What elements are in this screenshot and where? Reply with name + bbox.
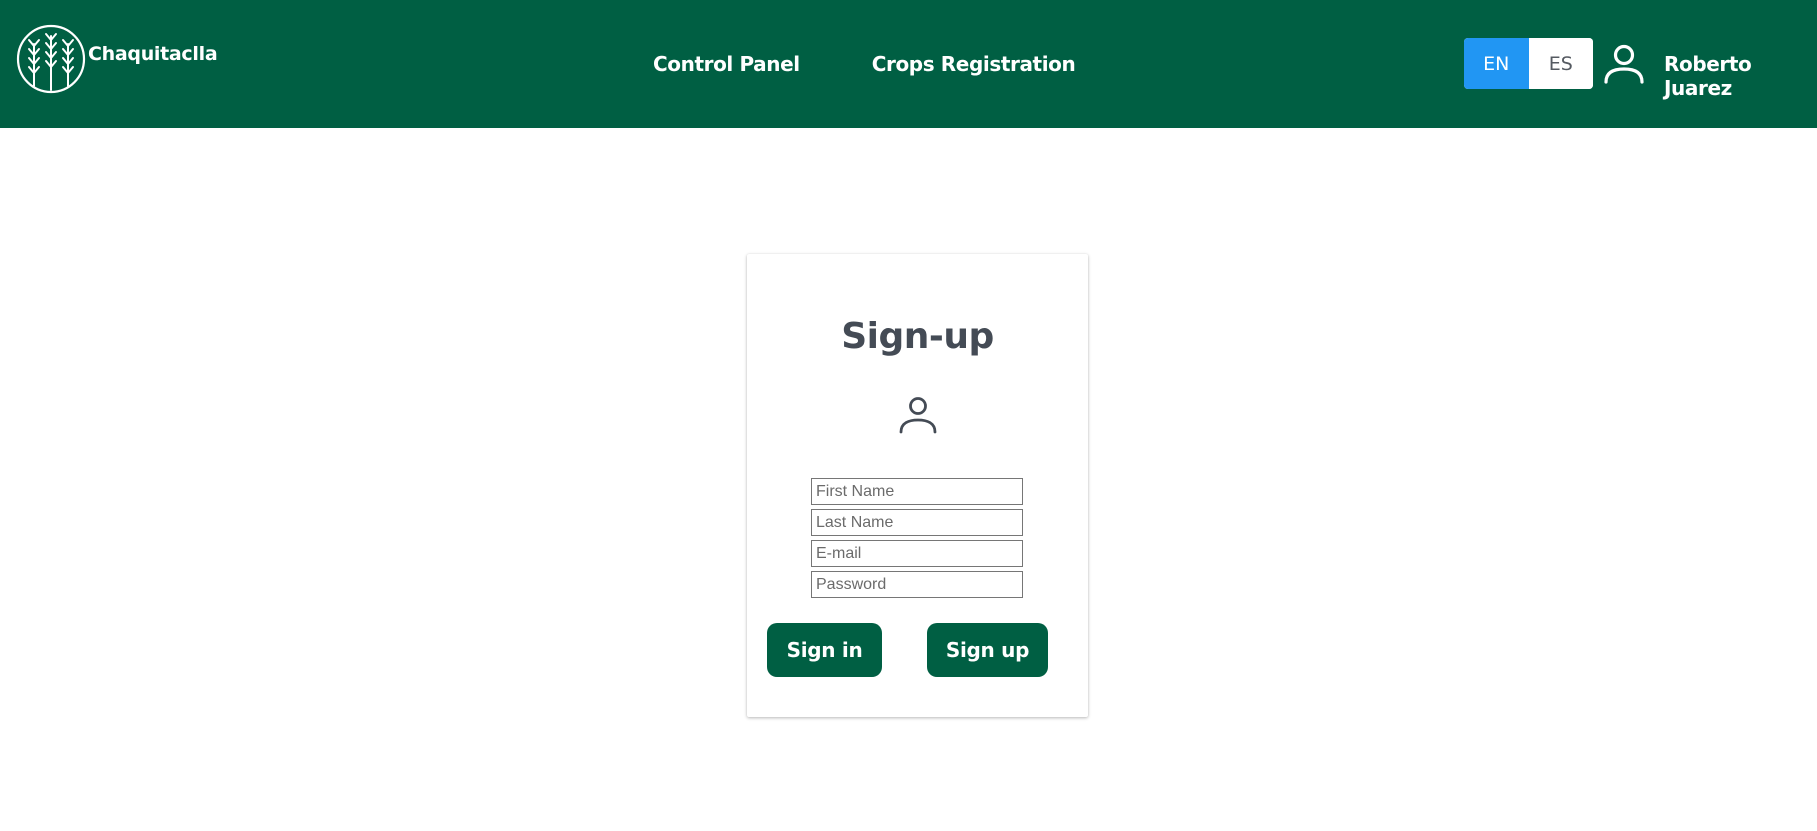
main-nav: Control Panel Crops Registration — [653, 52, 1076, 76]
nav-control-panel[interactable]: Control Panel — [653, 52, 800, 76]
language-toggle: EN ES — [1464, 38, 1593, 89]
brand-logo[interactable]: Chaquitaclla — [16, 24, 218, 94]
signup-card: Sign-up Sign in Sign up — [747, 254, 1088, 717]
sign-up-button[interactable]: Sign up — [927, 623, 1048, 677]
user-icon[interactable] — [1600, 40, 1648, 88]
user-name[interactable]: Roberto Juarez — [1664, 52, 1817, 100]
password-input[interactable] — [811, 571, 1023, 598]
wheat-logo-icon — [16, 24, 86, 94]
nav-crops-registration[interactable]: Crops Registration — [872, 52, 1076, 76]
email-input[interactable] — [811, 540, 1023, 567]
sign-in-button[interactable]: Sign in — [767, 623, 882, 677]
user-avatar-icon — [899, 397, 937, 434]
language-es-button[interactable]: ES — [1528, 38, 1593, 89]
top-navbar: Chaquitaclla Control Panel Crops Registr… — [0, 0, 1817, 128]
brand-name: Chaquitaclla — [88, 43, 218, 65]
signup-title: Sign-up — [841, 316, 994, 357]
signup-form — [811, 478, 1023, 602]
last-name-input[interactable] — [811, 509, 1023, 536]
first-name-input[interactable] — [811, 478, 1023, 505]
language-en-button[interactable]: EN — [1464, 38, 1529, 89]
